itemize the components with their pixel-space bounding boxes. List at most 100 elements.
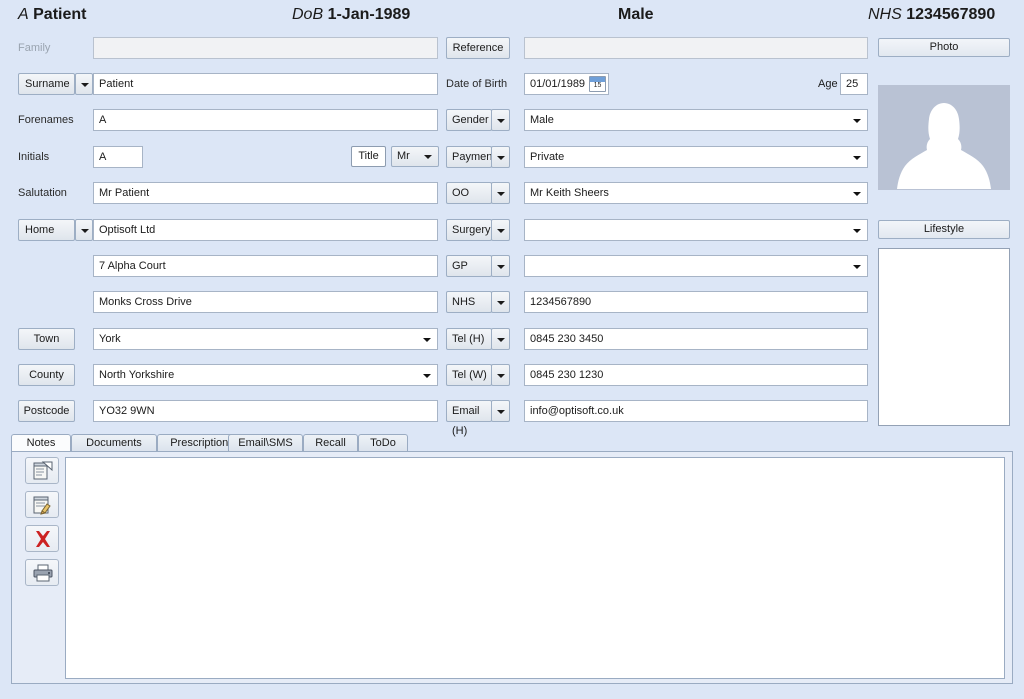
chevron-down-icon[interactable] — [491, 255, 510, 277]
tab-documents[interactable]: Documents — [71, 434, 157, 452]
postcode-input[interactable]: YO32 9WN — [93, 400, 438, 422]
address-line2-input[interactable]: 7 Alpha Court — [93, 255, 438, 277]
chevron-down-icon[interactable] — [491, 146, 510, 168]
reference-button[interactable]: Reference — [446, 37, 510, 59]
row-family: Family Reference Photo — [0, 37, 1024, 59]
delete-note-button[interactable] — [25, 525, 59, 552]
salutation-input[interactable]: Mr Patient — [93, 182, 438, 204]
calendar-icon[interactable]: 15 — [589, 76, 606, 92]
nhs-input[interactable]: 1234567890 — [524, 291, 868, 313]
delete-icon — [36, 531, 50, 547]
chevron-down-icon[interactable] — [491, 364, 510, 386]
gp-dropdown-label[interactable]: GP — [446, 255, 492, 277]
email-home-input[interactable]: info@optisoft.co.uk — [524, 400, 868, 422]
chevron-down-icon[interactable] — [75, 73, 93, 95]
photo-button[interactable]: Photo — [878, 38, 1010, 57]
initials-input[interactable]: A — [93, 146, 143, 168]
row-initials: Initials A Title Mr Payment Private — [0, 146, 1024, 168]
forenames-input[interactable]: A — [93, 109, 438, 131]
chevron-down-icon[interactable] — [75, 219, 93, 241]
tel-home-dropdown-label[interactable]: Tel (H) — [446, 328, 492, 350]
row-address3: Monks Cross Drive NHS 1234567890 — [0, 291, 1024, 313]
print-note-button[interactable] — [25, 559, 59, 586]
oo-dropdown-label[interactable]: OO — [446, 182, 492, 204]
notes-tab-panel — [11, 451, 1013, 684]
edit-note-icon — [33, 496, 51, 515]
row-surname: Surname Patient Date of Birth 01/01/1989… — [0, 73, 1024, 95]
gender-combobox[interactable]: Male — [524, 109, 868, 131]
row-forenames: Forenames A Gender Male — [0, 109, 1024, 131]
family-label: Family — [18, 42, 51, 54]
tab-todo[interactable]: ToDo — [358, 434, 408, 452]
row-address2: 7 Alpha Court GP — [0, 255, 1024, 277]
email-home-dropdown-label[interactable]: Email (H) — [446, 400, 492, 437]
row-address1: Home Optisoft Ltd Surgery Lifestyle — [0, 219, 1024, 241]
header-patient-name: A Patient — [18, 6, 86, 24]
notes-text-area[interactable] — [65, 457, 1005, 679]
chevron-down-icon[interactable] — [491, 291, 510, 313]
nhs-dropdown-label[interactable]: NHS — [446, 291, 492, 313]
salutation-label: Salutation — [18, 187, 67, 199]
address-line3-input[interactable]: Monks Cross Drive — [93, 291, 438, 313]
surname-dropdown-label[interactable]: Surname — [18, 73, 75, 95]
edit-note-button[interactable] — [25, 491, 59, 518]
payment-combobox[interactable]: Private — [524, 146, 868, 168]
age-input[interactable]: 25 — [840, 73, 868, 95]
print-icon — [33, 564, 53, 582]
chevron-down-icon[interactable] — [491, 182, 510, 204]
chevron-down-icon[interactable] — [491, 219, 510, 241]
date-of-birth-value: 01/01/1989 — [530, 78, 586, 90]
header-nhs-value: 1234567890 — [906, 6, 996, 23]
date-of-birth-field[interactable]: 01/01/1989 15 — [524, 73, 609, 95]
calendar-day: 15 — [593, 82, 602, 89]
title-combobox[interactable]: Mr — [391, 146, 439, 167]
tab-notes[interactable]: Notes — [11, 434, 71, 452]
reference-input[interactable] — [524, 37, 868, 59]
lifestyle-button[interactable]: Lifestyle — [878, 220, 1010, 239]
header-patient-surname: Patient — [33, 6, 87, 23]
family-input[interactable] — [93, 37, 438, 59]
patient-photo-placeholder[interactable] — [878, 85, 1010, 190]
row-town: Town York Tel (H) 0845 230 3450 — [0, 328, 1024, 350]
title-button[interactable]: Title — [351, 146, 386, 167]
tab-email-sms[interactable]: Email\SMS — [228, 434, 303, 452]
header-dob-value: 1-Jan-1989 — [327, 6, 411, 23]
county-label-button[interactable]: County — [18, 364, 75, 386]
surgery-dropdown-label[interactable]: Surgery — [446, 219, 492, 241]
forenames-label: Forenames — [18, 114, 74, 126]
address-type-dropdown-label[interactable]: Home — [18, 219, 75, 241]
tab-strip: Notes Documents Prescriptions Email\SMS … — [11, 434, 1013, 452]
row-county: County North Yorkshire Tel (W) 0845 230 … — [0, 364, 1024, 386]
town-label-button[interactable]: Town — [18, 328, 75, 350]
town-combobox[interactable]: York — [93, 328, 438, 350]
surgery-combobox[interactable] — [524, 219, 868, 241]
oo-combobox[interactable]: Mr Keith Sheers — [524, 182, 868, 204]
row-postcode: Postcode YO32 9WN Email (H) info@optisof… — [0, 400, 1024, 437]
chevron-down-icon[interactable] — [491, 328, 510, 350]
row-salutation: Salutation Mr Patient OO Mr Keith Sheers — [0, 182, 1024, 204]
gender-dropdown-label[interactable]: Gender — [446, 109, 492, 131]
postcode-label-button[interactable]: Postcode — [18, 400, 75, 422]
tel-home-input[interactable]: 0845 230 3450 — [524, 328, 868, 350]
surname-input[interactable]: Patient — [93, 73, 438, 95]
tel-work-input[interactable]: 0845 230 1230 — [524, 364, 868, 386]
header-patient-initial: A — [18, 6, 29, 23]
tel-work-dropdown-label[interactable]: Tel (W) — [446, 364, 492, 386]
county-combobox[interactable]: North Yorkshire — [93, 364, 438, 386]
gp-combobox[interactable] — [524, 255, 868, 277]
address-line1-input[interactable]: Optisoft Ltd — [93, 219, 438, 241]
age-label: Age — [818, 78, 838, 90]
patient-form: Family Reference Photo Surname Patient D… — [0, 33, 1024, 437]
new-note-icon — [33, 461, 53, 480]
header-dob-label: DoB — [292, 6, 324, 23]
header-dob: DoB 1-Jan-1989 — [292, 6, 410, 24]
payment-dropdown-label[interactable]: Payment — [446, 146, 495, 168]
chevron-down-icon[interactable] — [491, 400, 510, 422]
date-of-birth-label: Date of Birth — [446, 78, 508, 90]
chevron-down-icon[interactable] — [491, 109, 510, 131]
header-nhs-label: NHS — [868, 6, 902, 23]
new-note-button[interactable] — [25, 457, 59, 484]
patient-header: A Patient DoB 1-Jan-1989 Male NHS 123456… — [0, 0, 1024, 33]
tab-recall[interactable]: Recall — [303, 434, 358, 452]
initials-label: Initials — [18, 151, 50, 163]
